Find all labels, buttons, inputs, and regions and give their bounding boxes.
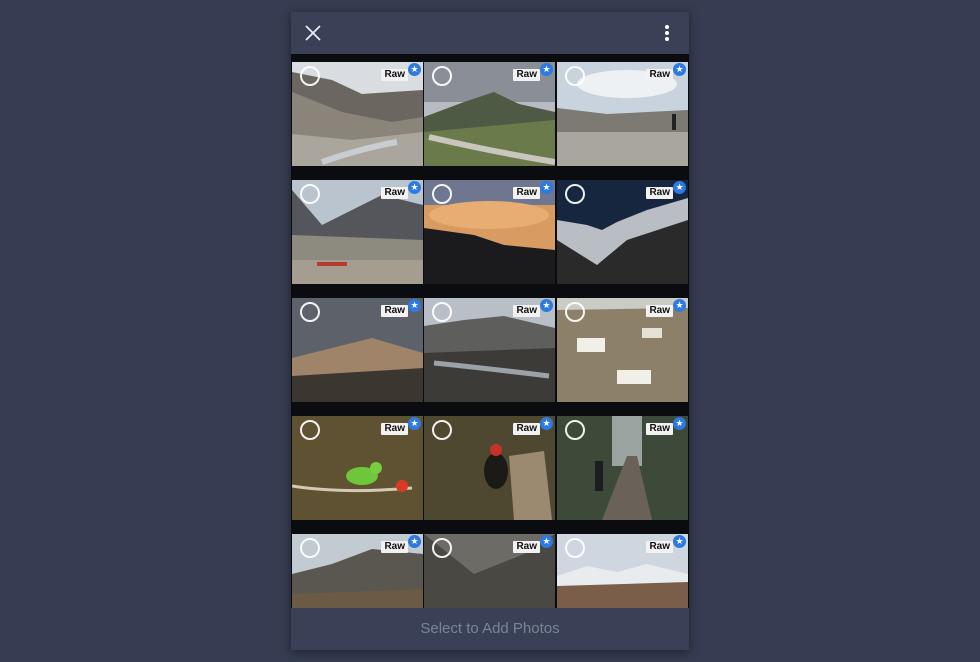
star-icon: ★ [408,299,421,312]
select-circle[interactable] [432,66,452,86]
select-circle[interactable] [565,66,585,86]
photo-tile[interactable]: Raw ★ [557,534,688,608]
select-circle[interactable] [565,420,585,440]
raw-badge: Raw [381,187,408,199]
raw-badge: Raw [646,541,673,553]
star-icon: ★ [408,417,421,430]
star-icon: ★ [408,63,421,76]
select-circle[interactable] [565,538,585,558]
select-circle[interactable] [565,184,585,204]
photo-tile[interactable]: Raw ★ [292,416,423,520]
select-circle[interactable] [300,184,320,204]
photo-tile[interactable]: Raw ★ [424,416,555,520]
star-icon: ★ [540,535,553,548]
photo-tile[interactable]: Raw ★ [424,62,555,166]
photo-picker-window: Raw ★ Raw ★ Raw ★ Raw ★ Raw ★ Raw ★ Raw … [291,12,689,650]
photo-tile[interactable]: Raw ★ [424,298,555,402]
star-icon: ★ [540,181,553,194]
more-options-button[interactable] [657,23,677,43]
raw-badge: Raw [646,69,673,81]
photo-tile[interactable]: Raw ★ [292,298,423,402]
photo-tile[interactable]: Raw ★ [292,62,423,166]
raw-badge: Raw [513,187,540,199]
raw-badge: Raw [381,69,408,81]
photo-tile[interactable]: Raw ★ [292,180,423,284]
raw-badge: Raw [646,305,673,317]
raw-badge: Raw [646,423,673,435]
photo-tile[interactable]: Raw ★ [557,416,688,520]
top-bar [291,12,689,54]
photo-tile[interactable]: Raw ★ [292,534,423,608]
photo-grid: Raw ★ Raw ★ Raw ★ Raw ★ Raw ★ Raw ★ Raw … [291,54,689,608]
select-circle[interactable] [300,66,320,86]
raw-badge: Raw [381,305,408,317]
photo-tile[interactable]: Raw ★ [424,180,555,284]
star-icon: ★ [673,535,686,548]
close-icon [305,25,321,41]
star-icon: ★ [540,417,553,430]
star-icon: ★ [408,535,421,548]
raw-badge: Raw [513,541,540,553]
star-icon: ★ [673,63,686,76]
star-icon: ★ [408,181,421,194]
photo-tile[interactable]: Raw ★ [424,534,555,608]
select-circle[interactable] [432,184,452,204]
add-photos-label: Select to Add Photos [420,620,560,637]
star-icon: ★ [673,181,686,194]
select-circle[interactable] [300,538,320,558]
raw-badge: Raw [381,423,408,435]
raw-badge: Raw [513,305,540,317]
photo-tile[interactable]: Raw ★ [557,180,688,284]
raw-badge: Raw [513,423,540,435]
close-button[interactable] [303,23,323,43]
raw-badge: Raw [646,187,673,199]
add-photos-button[interactable]: Select to Add Photos [291,608,689,650]
more-vertical-icon [665,25,669,41]
select-circle[interactable] [300,420,320,440]
star-icon: ★ [540,63,553,76]
photo-tile[interactable]: Raw ★ [557,298,688,402]
select-circle[interactable] [565,302,585,322]
select-circle[interactable] [432,538,452,558]
select-circle[interactable] [432,420,452,440]
raw-badge: Raw [381,541,408,553]
photo-tile[interactable]: Raw ★ [557,62,688,166]
select-circle[interactable] [432,302,452,322]
select-circle[interactable] [300,302,320,322]
star-icon: ★ [673,299,686,312]
raw-badge: Raw [513,69,540,81]
star-icon: ★ [673,417,686,430]
star-icon: ★ [540,299,553,312]
